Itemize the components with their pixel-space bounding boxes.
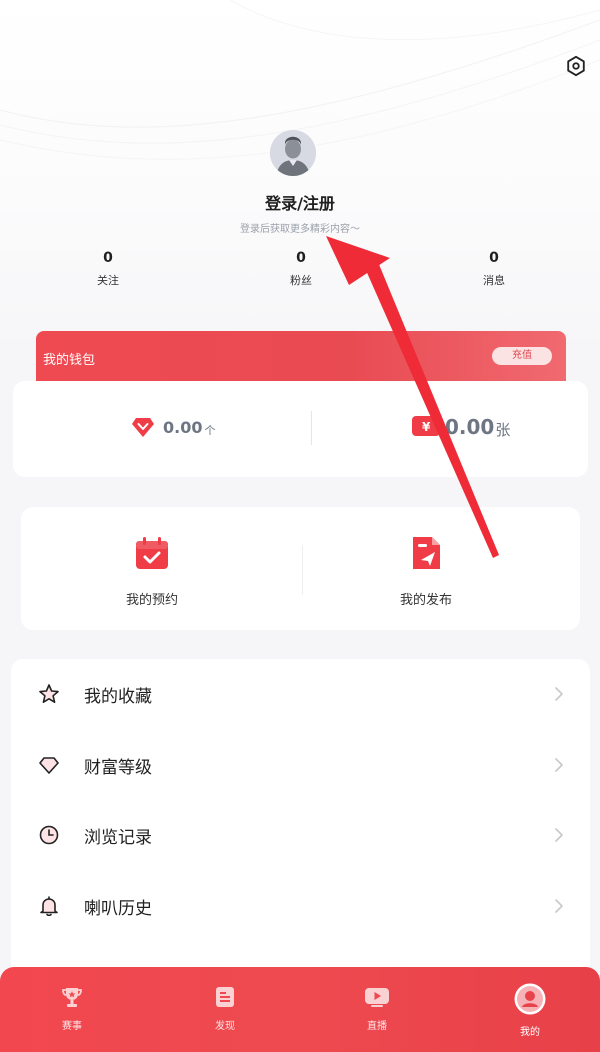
clock-icon (39, 825, 59, 845)
settings-button[interactable] (564, 54, 588, 78)
stat-messages-label: 消息 (483, 274, 505, 287)
wallet-divider (311, 411, 312, 445)
menu-list: 我的收藏 财富等级 浏览记录 喇叭历史 (11, 659, 590, 989)
menu-item-browse-history-label: 浏览记录 (84, 828, 152, 848)
star-icon (39, 684, 59, 703)
tab-live[interactable]: 直播 (337, 985, 417, 1032)
menu-item-favorites[interactable]: 我的收藏 (11, 659, 590, 729)
tab-events-label: 赛事 (62, 1021, 82, 1032)
tab-mine-label: 我的 (520, 1027, 540, 1038)
stat-fans-count: 0 (296, 250, 306, 266)
menu-item-wealth-level-label: 财富等级 (84, 758, 152, 778)
stat-messages-count: 0 (489, 250, 499, 266)
chevron-right-icon (555, 687, 563, 701)
stat-messages[interactable]: 0 消息 (454, 250, 534, 288)
tab-events[interactable]: 赛事 (32, 985, 112, 1032)
diamond-outline-icon (39, 757, 59, 774)
quick-actions-card: 我的预约 我的发布 (21, 507, 580, 630)
coupon-value: 0.00 (445, 414, 495, 439)
menu-item-horn-history-label: 喇叭历史 (84, 899, 152, 919)
chevron-right-icon (555, 899, 563, 913)
actions-divider (302, 545, 303, 595)
trophy-icon (62, 988, 82, 1007)
profile-icon (514, 983, 546, 1015)
avatar[interactable] (270, 130, 316, 176)
wallet-header: 我的钱包 充值 (36, 331, 566, 383)
tab-discover-label: 发现 (215, 1021, 235, 1032)
my-publications-button[interactable]: 我的发布 (356, 535, 496, 608)
wallet-title: 我的钱包 (43, 353, 96, 368)
diamond-icon (132, 418, 154, 437)
my-reservations-label: 我的预约 (125, 593, 178, 608)
document-icon (216, 987, 234, 1007)
diamond-value: 0.00 (163, 417, 203, 437)
my-publications-label: 我的发布 (399, 593, 452, 608)
menu-item-favorites-label: 我的收藏 (84, 687, 152, 707)
chevron-right-icon (555, 828, 563, 842)
tab-live-label: 直播 (367, 1021, 387, 1032)
my-reservations-button[interactable]: 我的预约 (82, 535, 222, 608)
bell-icon (40, 896, 58, 917)
publish-send-icon (413, 537, 440, 569)
wallet-coupon-balance[interactable]: ¥ 0.00 张 (411, 413, 510, 440)
play-icon (365, 988, 389, 1007)
stat-following-label: 关注 (97, 274, 119, 287)
recharge-button[interactable]: 充值 (492, 347, 552, 365)
stat-fans[interactable]: 0 粉丝 (261, 250, 341, 288)
settings-hexagon-icon (567, 55, 585, 77)
login-register-link[interactable]: 登录/注册 (0, 190, 600, 214)
user-stats: 0 关注 0 粉丝 0 消息 (11, 250, 591, 300)
menu-item-wealth-level[interactable]: 财富等级 (11, 730, 590, 800)
wallet-card: 0.00 个 ¥ 0.00 张 (13, 381, 588, 477)
coupon-yuan-symbol: ¥ (422, 420, 431, 434)
wallet-diamond-balance[interactable]: 0.00 个 (131, 416, 215, 438)
tab-mine[interactable]: 我的 (490, 983, 570, 1038)
stat-fans-label: 粉丝 (290, 274, 312, 287)
diamond-unit: 个 (204, 423, 216, 437)
default-avatar-icon (270, 130, 316, 176)
login-subtitle: 登录后获取更多精彩内容～ (240, 224, 360, 235)
chevron-right-icon (555, 758, 563, 772)
stat-following-count: 0 (103, 250, 113, 266)
menu-item-horn-history[interactable]: 喇叭历史 (11, 871, 590, 941)
calendar-check-icon (136, 537, 168, 569)
tab-discover[interactable]: 发现 (185, 985, 265, 1032)
coupon-unit: 张 (495, 421, 511, 439)
stat-following[interactable]: 0 关注 (68, 250, 148, 288)
bottom-tab-bar: 赛事 发现 直播 我的 (0, 967, 600, 1052)
coupon-yuan-icon: ¥ (412, 415, 440, 436)
menu-item-browse-history[interactable]: 浏览记录 (11, 800, 590, 870)
